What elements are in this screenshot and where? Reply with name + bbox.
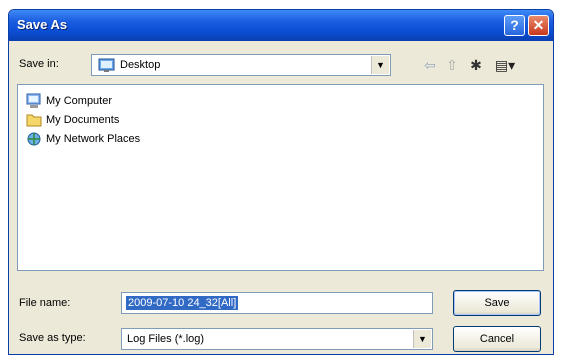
save-type-label: Save as type: — [19, 332, 86, 344]
folder-icon — [26, 112, 42, 128]
close-button[interactable]: ✕ — [528, 15, 549, 36]
chevron-down-icon[interactable]: ▼ — [371, 56, 389, 74]
list-item-label: My Network Places — [46, 133, 141, 145]
file-name-value: 2009-07-10 24_32[All] — [126, 296, 239, 310]
views-menu-icon[interactable]: ▤▾ — [492, 56, 518, 74]
dialog-title: Save As — [17, 17, 68, 32]
new-folder-icon[interactable]: ✱ — [467, 56, 485, 74]
file-name-field[interactable]: 2009-07-10 24_32[All] — [121, 292, 433, 314]
save-in-dropdown[interactable]: Desktop ▼ — [91, 54, 391, 76]
up-folder-icon[interactable]: ⇧ — [443, 56, 461, 74]
save-in-value: Desktop — [120, 59, 161, 71]
help-button[interactable]: ? — [504, 15, 525, 36]
desktop-icon — [98, 57, 116, 73]
back-icon[interactable]: ⇦ — [421, 56, 439, 74]
list-item-label: My Computer — [46, 95, 113, 107]
cancel-button[interactable]: Cancel — [453, 326, 541, 352]
chevron-down-icon[interactable]: ▼ — [413, 330, 431, 348]
save-as-dialog: Save As ? ✕ Save in: Desktop ▼ ⇦ ⇧ ✱ ▤▾ — [8, 9, 554, 355]
save-in-label: Save in: — [19, 58, 59, 70]
list-item-label: My Documents — [46, 114, 120, 126]
save-button[interactable]: Save — [453, 290, 541, 316]
network-icon — [26, 131, 42, 147]
title-bar[interactable]: Save As ? ✕ — [9, 10, 553, 41]
save-type-value: Log Files (*.log) — [127, 333, 205, 345]
file-list[interactable]: My Computer My Documents My Network Plac… — [17, 84, 544, 271]
computer-icon — [26, 93, 42, 109]
save-type-dropdown[interactable]: Log Files (*.log) ▼ — [121, 328, 433, 350]
file-name-label: File name: — [19, 297, 71, 309]
